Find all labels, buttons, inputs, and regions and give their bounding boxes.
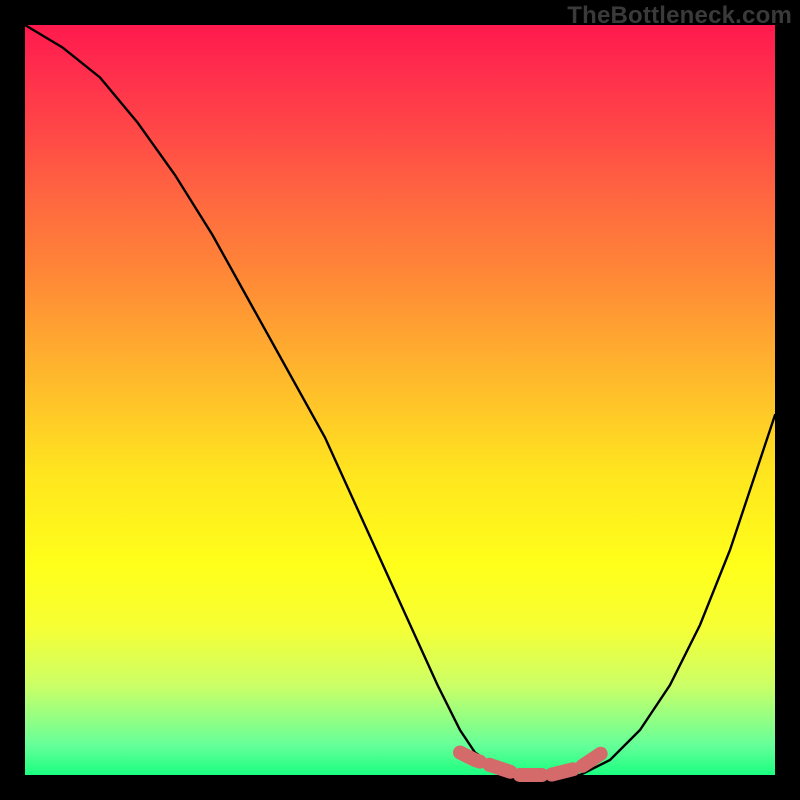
chart-frame: TheBottleneck.com <box>0 0 800 800</box>
optimal-flat-marker <box>460 753 603 776</box>
watermark-text: TheBottleneck.com <box>567 2 792 30</box>
bottleneck-curve-path <box>25 25 775 775</box>
chart-svg <box>25 25 775 775</box>
